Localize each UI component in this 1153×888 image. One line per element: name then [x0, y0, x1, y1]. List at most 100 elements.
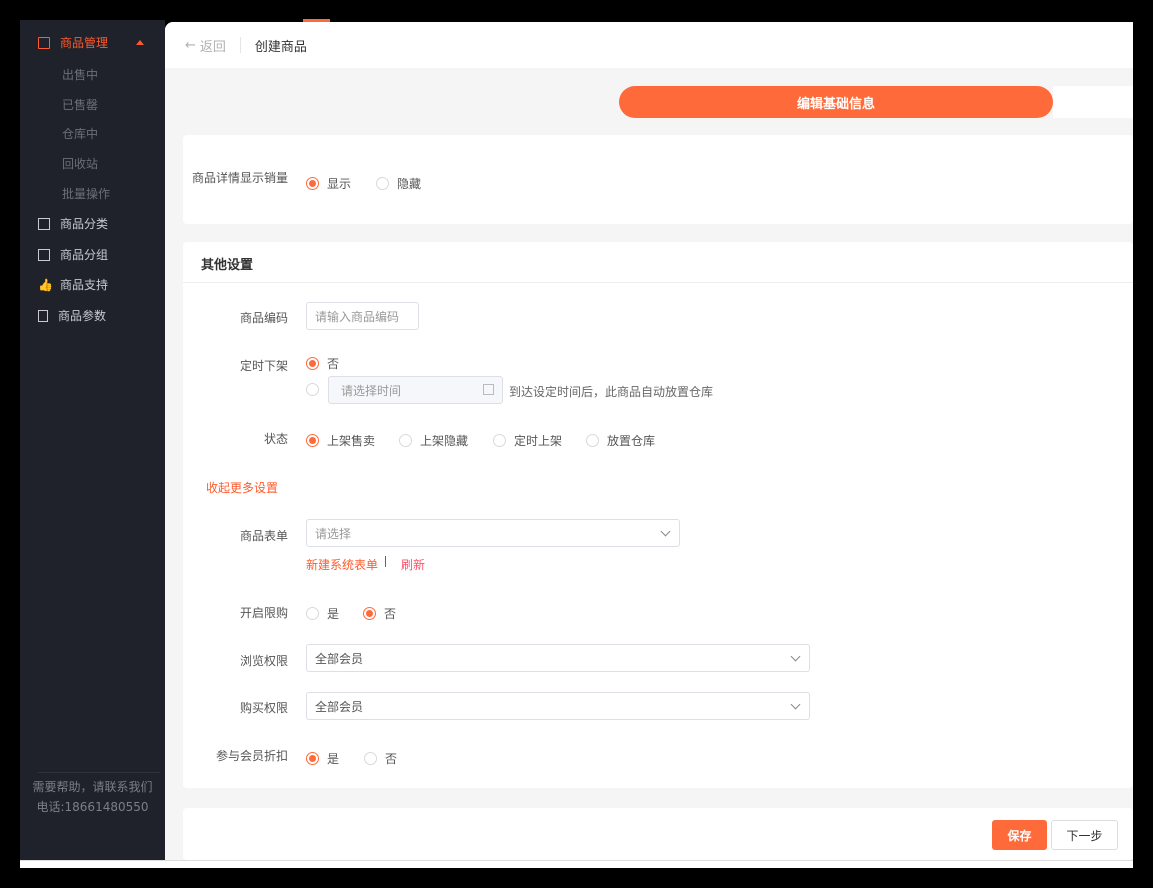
calendar-icon [483, 384, 494, 395]
other-settings-card: 其他设置 商品编码 请输入商品编码 定时下架 否 请选择时间 到达设定时间后，此… [183, 242, 1133, 788]
radio-icon [306, 357, 319, 370]
radio-icon [493, 434, 506, 447]
radio-label: 否 [384, 607, 397, 621]
radio-icon [306, 607, 319, 620]
radio-icon [306, 434, 319, 447]
radio-status-sell[interactable]: 上架售卖 [306, 432, 375, 449]
select-value: 全部会员 [315, 651, 364, 666]
radio-discount-no[interactable]: 否 [364, 750, 397, 767]
radio-icon [364, 752, 377, 765]
radio-status-warehouse[interactable]: 放置仓库 [586, 432, 655, 449]
radio-show[interactable]: 显示 [306, 175, 351, 192]
section-title: 其他设置 [201, 258, 254, 273]
sidebar-item-label: 商品支持 [60, 278, 109, 292]
new-form-link[interactable]: 新建系统表单 [306, 556, 378, 573]
sidebar-sub-recycle[interactable]: 回收站 [62, 155, 98, 172]
divider [183, 282, 1133, 283]
back-label: 返回 [199, 39, 226, 55]
radio-label: 上架售卖 [327, 434, 376, 448]
radio-limit-yes[interactable]: 是 [306, 605, 339, 622]
sidebar-item-label: 商品参数 [58, 309, 107, 323]
sidebar-sub-on-sale[interactable]: 出售中 [62, 66, 98, 83]
sidebar-item-params[interactable]: 商品参数 [38, 307, 106, 324]
divider [38, 772, 160, 773]
divider [385, 556, 386, 567]
offshelf-label: 定时下架 [239, 359, 288, 373]
radio-icon [306, 752, 319, 765]
radio-label: 隐藏 [397, 177, 422, 191]
sidebar-item-label: 商品分类 [60, 217, 109, 231]
radio-label: 定时上架 [514, 434, 563, 448]
form-label: 商品表单 [239, 529, 288, 543]
radio-label: 上架隐藏 [420, 434, 469, 448]
radio-label: 否 [385, 752, 398, 766]
sales-label: 商品详情显示销量 [191, 171, 288, 185]
discount-label: 参与会员折扣 [215, 749, 288, 763]
radio-label: 是 [327, 752, 340, 766]
grid-icon [38, 217, 50, 230]
sidebar: 商品管理 出售中 已售罄 仓库中 回收站 批量操作 商品分类 商品分组 👍 商品… [20, 20, 165, 860]
sidebar-item-support[interactable]: 👍 商品支持 [38, 276, 108, 293]
chevron-down-icon [790, 651, 801, 662]
sidebar-sub-batch[interactable]: 批量操作 [62, 185, 110, 202]
next-step-button[interactable]: 下一步 [1051, 820, 1118, 850]
time-picker[interactable]: 请选择时间 [328, 376, 503, 404]
page-header: ← 返回 创建商品 [165, 22, 1133, 68]
help-phone: 电话:18661480550 [36, 800, 149, 814]
limit-label: 开启限购 [239, 606, 288, 620]
main-content: ← 返回 创建商品 编辑基础信息 商品详情显示销量 显示 隐藏 其他设置 商品编码… [165, 22, 1133, 860]
document-icon [38, 309, 48, 322]
offshelf-hint: 到达设定时间后，此商品自动放置仓库 [509, 385, 714, 399]
code-input[interactable]: 请输入商品编码 [306, 302, 419, 330]
view-permission-select[interactable]: 全部会员 [306, 644, 810, 672]
radio-status-hidden[interactable]: 上架隐藏 [399, 432, 468, 449]
radio-discount-yes[interactable]: 是 [306, 750, 339, 767]
folder-icon [38, 248, 50, 261]
select-value: 请选择 [315, 526, 352, 541]
sidebar-item-product-management[interactable]: 商品管理 [38, 34, 108, 51]
sidebar-item-category[interactable]: 商品分类 [38, 215, 108, 232]
radio-icon [363, 607, 376, 620]
radio-label: 是 [327, 607, 340, 621]
save-button[interactable]: 保存 [992, 820, 1047, 850]
radio-limit-no[interactable]: 否 [363, 605, 396, 622]
code-label: 商品编码 [239, 311, 288, 325]
chevron-down-icon [660, 526, 671, 537]
radio-icon [586, 434, 599, 447]
radio-status-scheduled[interactable]: 定时上架 [493, 432, 562, 449]
buy-permission-label: 购买权限 [239, 701, 288, 715]
page-title: 创建商品 [254, 39, 307, 55]
sidebar-item-group[interactable]: 商品分组 [38, 246, 108, 263]
time-placeholder: 请选择时间 [341, 383, 402, 398]
form-select[interactable]: 请选择 [306, 519, 680, 547]
radio-hide[interactable]: 隐藏 [376, 175, 421, 192]
select-value: 全部会员 [315, 699, 364, 714]
sidebar-sub-warehouse[interactable]: 仓库中 [62, 125, 98, 142]
radio-offshelf-no[interactable]: 否 [306, 355, 339, 372]
divider [239, 37, 241, 53]
sidebar-item-label: 商品管理 [60, 36, 109, 50]
help-text: 需要帮助，请联系我们 [32, 780, 153, 794]
radio-label: 否 [327, 357, 340, 371]
view-permission-label: 浏览权限 [239, 654, 288, 668]
radio-label: 放置仓库 [607, 434, 656, 448]
collapse-settings-link[interactable]: 收起更多设置 [206, 479, 278, 496]
radio-offshelf-time[interactable] [306, 383, 319, 396]
sidebar-sub-sold-out[interactable]: 已售罄 [62, 96, 98, 113]
step-basic-info[interactable]: 编辑基础信息 [619, 86, 1053, 118]
buy-permission-select[interactable]: 全部会员 [306, 692, 810, 720]
back-button[interactable]: ← 返回 [185, 36, 226, 55]
status-label: 状态 [263, 432, 288, 446]
step-next [1053, 86, 1133, 118]
sales-card: 商品详情显示销量 显示 隐藏 [183, 135, 1133, 224]
clipboard-icon [38, 36, 50, 49]
refresh-link[interactable]: 刷新 [401, 556, 425, 573]
footer-bar: 保存 下一步 [183, 808, 1133, 860]
arrow-left-icon: ← [185, 37, 196, 53]
radio-icon [399, 434, 412, 447]
chevron-down-icon [790, 699, 801, 710]
thumbs-up-icon: 👍 [38, 277, 53, 292]
sidebar-item-label: 商品分组 [60, 248, 109, 262]
caret-up-icon[interactable] [136, 40, 144, 45]
radio-icon [376, 177, 389, 190]
